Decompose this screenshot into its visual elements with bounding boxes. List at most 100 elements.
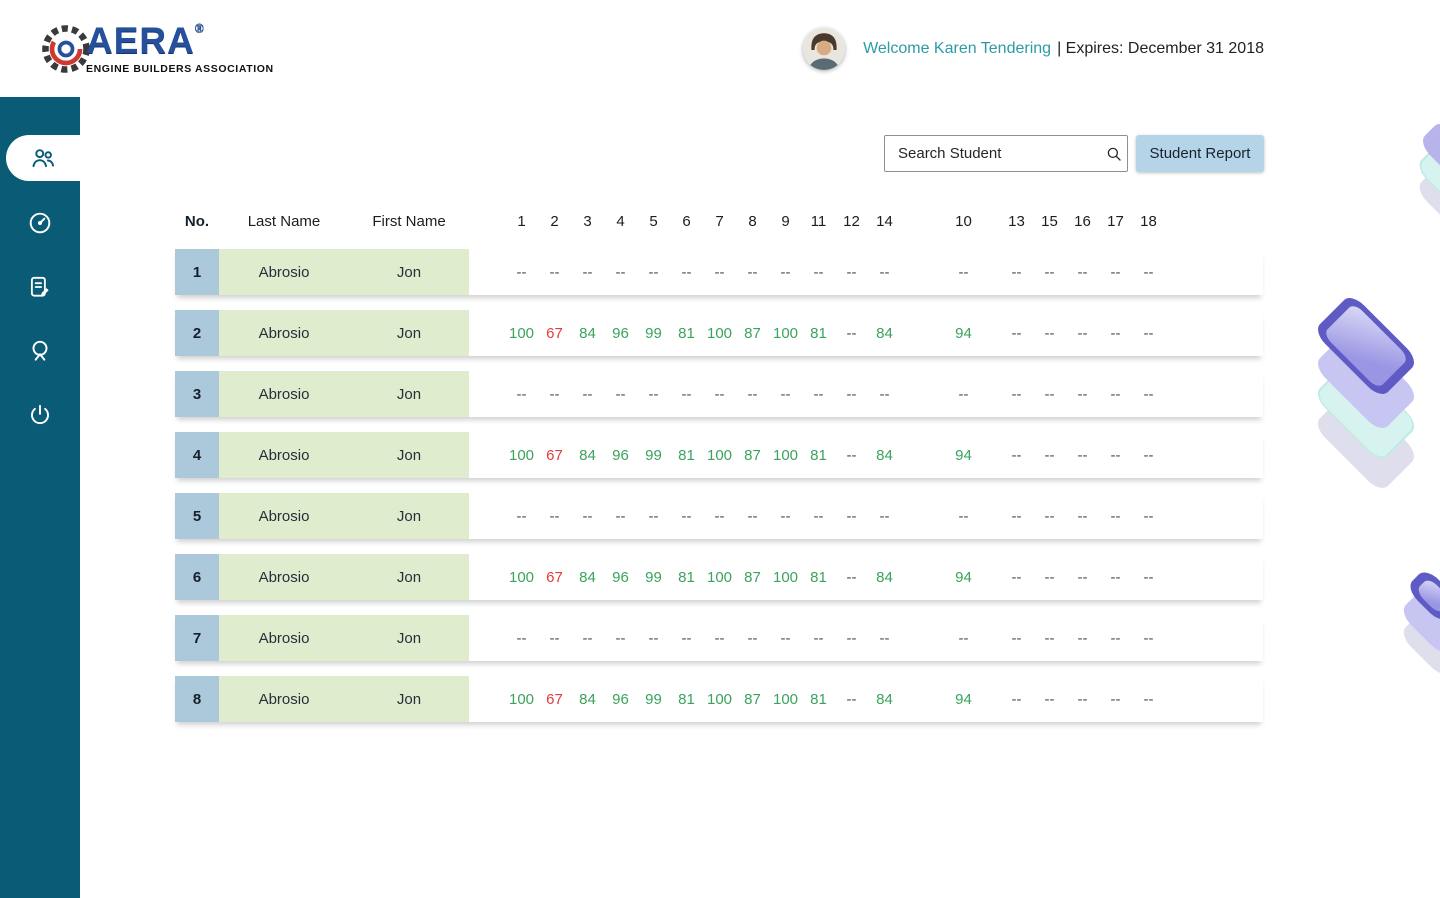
score-cell: 67 <box>538 691 571 708</box>
score-cell: 100 <box>703 447 736 464</box>
table-row[interactable]: 8 Abrosio Jon 10067849699811008710081--8… <box>175 676 1263 722</box>
table-row[interactable]: 5 Abrosio Jon --------------------------… <box>175 493 1263 539</box>
score-cell: 81 <box>670 325 703 342</box>
decor-isometric-stack-middle <box>1296 288 1436 498</box>
report-document-icon <box>27 274 53 300</box>
score-cell: -- <box>1000 325 1033 342</box>
score-cell: -- <box>571 386 604 403</box>
sidebar-item-training[interactable] <box>0 319 80 383</box>
sidebar-item-dashboard[interactable] <box>0 191 80 255</box>
score-cell: -- <box>1033 569 1066 586</box>
name-cells: Abrosio Jon <box>219 432 469 478</box>
score-cell: 96 <box>604 325 637 342</box>
first-name-cell: Jon <box>349 615 469 661</box>
name-cells: Abrosio Jon <box>219 493 469 539</box>
score-cell: -- <box>1066 508 1099 525</box>
score-cells: ------------------------------------ <box>469 493 1263 539</box>
score-cell: -- <box>1066 691 1099 708</box>
score-cell: -- <box>571 264 604 281</box>
score-cell: -- <box>736 264 769 281</box>
table-row[interactable]: 7 Abrosio Jon --------------------------… <box>175 615 1263 661</box>
score-column-header: 6 <box>670 213 703 230</box>
sidebar-item-logout[interactable] <box>0 383 80 447</box>
score-cell: 81 <box>670 569 703 586</box>
score-cell: 100 <box>769 569 802 586</box>
score-cell: -- <box>868 508 901 525</box>
decor-layer <box>1313 327 1420 434</box>
score-cell: -- <box>1132 325 1165 342</box>
score-cell: 84 <box>571 569 604 586</box>
score-cell: 100 <box>505 691 538 708</box>
score-cell: 100 <box>703 325 736 342</box>
score-cell: -- <box>1000 264 1033 281</box>
score-cell: -- <box>1000 569 1033 586</box>
score-cells: ------------------------------------ <box>469 371 1263 417</box>
registered-mark: ® <box>195 21 205 35</box>
decor-layer <box>1414 162 1440 235</box>
score-cells: ------------------------------------ <box>469 249 1263 295</box>
sidebar-item-reports[interactable] <box>0 255 80 319</box>
score-cell: 81 <box>802 569 835 586</box>
score-cell: -- <box>604 630 637 647</box>
search-icon[interactable] <box>1105 145 1123 163</box>
decor-layer <box>1313 357 1420 464</box>
table-row[interactable]: 2 Abrosio Jon 10067849699811008710081--8… <box>175 310 1263 356</box>
score-cell: -- <box>802 630 835 647</box>
score-cell: -- <box>505 264 538 281</box>
score-cell: -- <box>835 691 868 708</box>
decor-layer <box>1405 567 1440 625</box>
decor-layer <box>1313 387 1420 494</box>
score-cell: -- <box>1033 630 1066 647</box>
first-name-cell: Jon <box>349 310 469 356</box>
score-cell: 99 <box>637 691 670 708</box>
monitor-stand-icon <box>27 338 53 364</box>
score-cell: 84 <box>868 325 901 342</box>
table-row[interactable]: 6 Abrosio Jon 10067849699811008710081--8… <box>175 554 1263 600</box>
score-cell: -- <box>1066 325 1099 342</box>
score-cell: -- <box>868 264 901 281</box>
score-cell: 100 <box>505 447 538 464</box>
score-cell: -- <box>670 508 703 525</box>
decor-layer <box>1398 586 1440 657</box>
row-number: 6 <box>175 554 219 600</box>
score-cell: 96 <box>604 569 637 586</box>
decor-isometric-stack-top <box>1398 114 1440 224</box>
score-column-header: 8 <box>736 213 769 230</box>
decor-isometric-stack-bottom <box>1378 566 1440 676</box>
table-row[interactable]: 1 Abrosio Jon --------------------------… <box>175 249 1263 295</box>
expires-text: | Expires: December 31 2018 <box>1057 40 1264 58</box>
score-header-cells: 123456789111214101315161718 <box>469 213 1263 230</box>
student-report-button[interactable]: Student Report <box>1136 135 1264 172</box>
score-cell: -- <box>769 508 802 525</box>
score-column-header: 2 <box>538 213 571 230</box>
score-cell: -- <box>1000 508 1033 525</box>
first-name-cell: Jon <box>349 676 469 722</box>
score-cell: 87 <box>736 691 769 708</box>
score-cell: -- <box>1132 386 1165 403</box>
score-cell: -- <box>1132 691 1165 708</box>
score-cell: -- <box>736 508 769 525</box>
first-name-cell: Jon <box>349 493 469 539</box>
table-row[interactable]: 3 Abrosio Jon --------------------------… <box>175 371 1263 417</box>
score-column-header: 9 <box>769 213 802 230</box>
sidebar-item-students[interactable] <box>6 135 80 181</box>
score-cell: 84 <box>571 325 604 342</box>
score-cell: 84 <box>868 691 901 708</box>
score-column-header: 11 <box>802 213 835 230</box>
table-body: 1 Abrosio Jon --------------------------… <box>175 249 1263 722</box>
score-cell: -- <box>769 630 802 647</box>
last-name-cell: Abrosio <box>219 676 349 722</box>
search-input[interactable] <box>885 145 1105 162</box>
score-cell: -- <box>637 264 670 281</box>
score-cell: -- <box>947 386 980 403</box>
score-cell: 81 <box>670 447 703 464</box>
app-header: AERA® ENGINE BUILDERS ASSOCIATION Welcom… <box>0 0 1440 97</box>
avatar[interactable] <box>803 28 845 70</box>
score-cell: -- <box>1132 264 1165 281</box>
score-cell: 99 <box>637 447 670 464</box>
score-cell: -- <box>1000 630 1033 647</box>
welcome-link[interactable]: Welcome Karen Tendering <box>863 40 1051 58</box>
table-row[interactable]: 4 Abrosio Jon 10067849699811008710081--8… <box>175 432 1263 478</box>
user-area: Welcome Karen Tendering | Expires: Decem… <box>803 28 1264 70</box>
score-cell: -- <box>703 386 736 403</box>
